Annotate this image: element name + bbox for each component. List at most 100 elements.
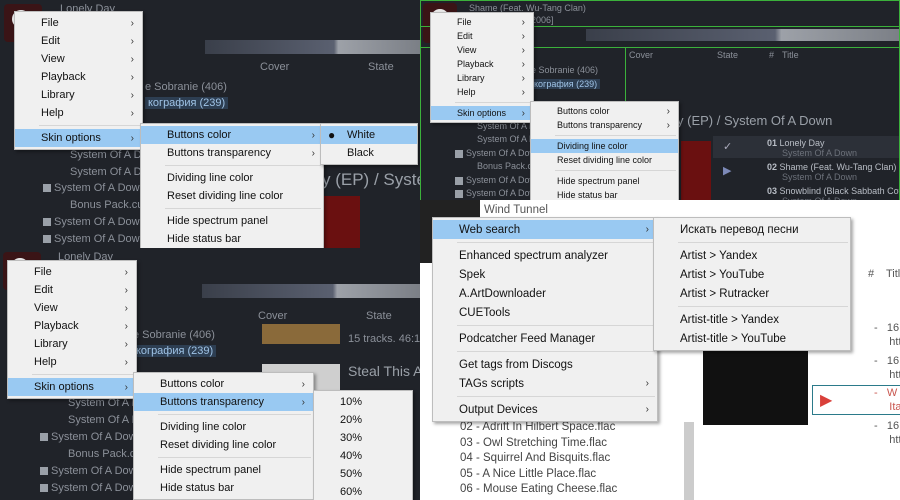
menu-item-library[interactable]: Library ›: [431, 71, 533, 85]
menu-item-buttons-color[interactable]: Buttons color ›: [134, 375, 313, 393]
playlist-row[interactable]: - W Ita: [874, 386, 900, 414]
menu-item-hide-spectrum-panel[interactable]: Hide spectrum panel: [134, 461, 313, 479]
library-item[interactable]: e Sobranie (406): [531, 65, 598, 75]
menu-item-artist-rutracker[interactable]: Artist > Rutracker: [654, 284, 850, 303]
column-title[interactable]: Titl: [886, 268, 900, 280]
tree-item[interactable]: System Of A Dow: [40, 465, 137, 477]
library-item-selected[interactable]: кография (239): [531, 79, 601, 89]
menu-item-playback[interactable]: Playback ›: [15, 68, 142, 86]
collapse-icon[interactable]: [43, 184, 51, 193]
menu-item-web-search[interactable]: Web search ›: [433, 220, 657, 239]
tree-item[interactable]: System Of A Dow: [40, 482, 137, 494]
menu-item-spek[interactable]: Spek: [433, 265, 657, 284]
menu-item-hide-spectrum-panel[interactable]: Hide spectrum panel: [141, 212, 323, 230]
column-state[interactable]: State: [368, 61, 394, 73]
menu-item-playback[interactable]: Playback ›: [431, 57, 533, 71]
menu-item-artist-youtube[interactable]: Artist > YouTube: [654, 265, 850, 284]
menu-item-file[interactable]: File ›: [431, 15, 533, 29]
spectrum-panel[interactable]: [202, 284, 420, 298]
expand-icon[interactable]: [40, 484, 48, 493]
menu-item-view[interactable]: View ›: [8, 299, 136, 317]
tree-item[interactable]: System Of A Dow: [455, 175, 536, 185]
menu-item-60[interactable]: 60%: [314, 483, 412, 500]
file-item[interactable]: 04 - Squirrel And Bisquits.flac: [460, 451, 617, 467]
menu-item-buttons-color[interactable]: Buttons color ›: [141, 126, 323, 144]
library-item-selected[interactable]: кография (239): [145, 97, 229, 109]
tree-item[interactable]: System Of A Dow: [43, 216, 140, 228]
tree-item[interactable]: System Of A D: [70, 166, 142, 178]
menu-item-hide-spectrum-panel[interactable]: Hide spectrum panel: [531, 174, 678, 188]
playlist-row[interactable]: - 16 htt: [874, 419, 900, 447]
menu-item-artist-yandex[interactable]: Artist > Yandex: [654, 246, 850, 265]
tree-item[interactable]: System Of A Dow: [455, 148, 536, 158]
menu-item-10[interactable]: 10%: [314, 393, 412, 411]
menu-item-enhanced-spectrum-analyzer[interactable]: Enhanced spectrum analyzer: [433, 246, 657, 265]
menu-item-view[interactable]: View ›: [431, 43, 533, 57]
file-item[interactable]: 03 - Owl Stretching Time.flac: [460, 436, 617, 452]
expand-icon[interactable]: [43, 218, 51, 227]
menu-item-skin-options[interactable]: Skin options ›: [8, 378, 136, 396]
menu-item-dividing-line-color[interactable]: Dividing line color: [134, 418, 313, 436]
menu-item-white[interactable]: ● White: [321, 126, 417, 144]
column-state[interactable]: State: [366, 310, 392, 322]
tree-item[interactable]: System Of A D: [70, 149, 142, 161]
expand-icon[interactable]: [43, 235, 51, 244]
tree-item[interactable]: Bonus Pack.cu: [70, 199, 143, 211]
menu-item-hide-status-bar[interactable]: Hide status bar: [134, 479, 313, 497]
menu-item-dividing-line-color[interactable]: Dividing line color: [141, 169, 323, 187]
menu-item-view[interactable]: View ›: [15, 50, 142, 68]
column-cover[interactable]: Cover: [260, 61, 289, 73]
menu-item-artist-title-yandex[interactable]: Artist-title > Yandex: [654, 310, 850, 329]
menu-item-reset-dividing-line-color[interactable]: Reset dividing line color: [531, 153, 678, 167]
expand-icon[interactable]: [455, 176, 463, 185]
tree-item[interactable]: Bonus Pack.cu: [68, 448, 141, 460]
menu-item-hide-status-bar[interactable]: Hide status bar: [141, 230, 323, 248]
expand-icon[interactable]: [40, 467, 48, 476]
menu-item-edit[interactable]: Edit ›: [8, 281, 136, 299]
tree-item[interactable]: Bonus Pack.cu: [477, 161, 537, 171]
menu-item-help[interactable]: Help ›: [15, 104, 142, 122]
tree-item[interactable]: System Of A Dow: [455, 188, 536, 198]
playlist-row[interactable]: - 16 htt: [874, 321, 900, 349]
menu-item-40[interactable]: 40%: [314, 447, 412, 465]
menu-item-50[interactable]: 50%: [314, 465, 412, 483]
menu-item-buttons-transparency[interactable]: Buttons transparency ›: [531, 118, 678, 132]
menu-item-tags-scripts[interactable]: TAGs scripts ›: [433, 374, 657, 393]
file-item[interactable]: 05 - A Nice Little Place.flac: [460, 467, 617, 483]
spectrum-panel[interactable]: [205, 40, 420, 54]
menu-item-file[interactable]: File ›: [15, 14, 142, 32]
tree-item[interactable]: System Of A D: [68, 414, 140, 426]
menu-item-20[interactable]: 20%: [314, 411, 412, 429]
column-number[interactable]: #: [769, 50, 774, 60]
menu-item-library[interactable]: Library ›: [15, 86, 142, 104]
collapse-icon[interactable]: [455, 149, 463, 158]
menu-item-skin-options[interactable]: Skin options ›: [431, 106, 533, 120]
column-number[interactable]: #: [868, 268, 874, 280]
menu-item-edit[interactable]: Edit ›: [431, 29, 533, 43]
menu-item-file[interactable]: File ›: [8, 263, 136, 281]
column-cover[interactable]: Cover: [629, 50, 653, 60]
menu-item-reset-dividing-line-color[interactable]: Reset dividing line color: [141, 187, 323, 205]
library-item[interactable]: e Sobranie (406): [133, 329, 215, 341]
menu-item-help[interactable]: Help ›: [431, 85, 533, 99]
menu-item-black[interactable]: Black: [321, 144, 417, 162]
menu-item-reset-dividing-line-color[interactable]: Reset dividing line color: [134, 436, 313, 454]
tree-item[interactable]: System Of A Dow: [43, 233, 140, 245]
collapse-icon[interactable]: [40, 433, 48, 442]
menu-item-library[interactable]: Library ›: [8, 335, 136, 353]
track-row[interactable]: 01 Lonely Day System Of A Down: [767, 138, 857, 158]
column-title[interactable]: Title: [782, 50, 799, 60]
playlist-row[interactable]: - 16 htt: [874, 354, 900, 382]
file-item[interactable]: 06 - Mouse Eating Cheese.flac: [460, 482, 617, 498]
library-item[interactable]: e Sobranie (406): [145, 81, 227, 93]
menu-item-playback[interactable]: Playback ›: [8, 317, 136, 335]
expand-icon[interactable]: [455, 189, 463, 198]
menu-item-a-artdownloader[interactable]: A.ArtDownloader: [433, 284, 657, 303]
menu-item-artist-title-youtube[interactable]: Artist-title > YouTube: [654, 329, 850, 348]
tree-item[interactable]: System Of A D: [477, 134, 536, 144]
column-cover[interactable]: Cover: [258, 310, 287, 322]
menu-item-edit[interactable]: Edit ›: [15, 32, 142, 50]
tree-item[interactable]: System Of A Dow: [40, 431, 137, 443]
menu-item-skin-options[interactable]: Skin options ›: [15, 129, 142, 147]
spectrum-panel[interactable]: [586, 29, 899, 41]
